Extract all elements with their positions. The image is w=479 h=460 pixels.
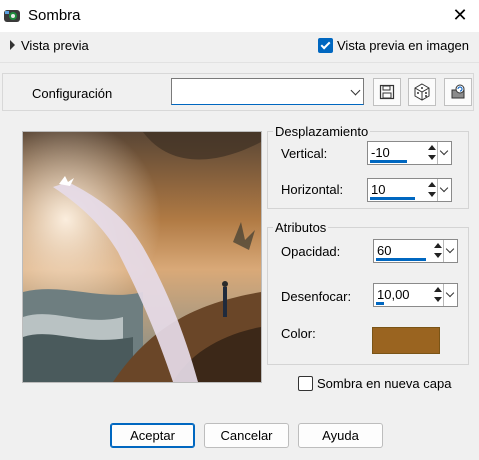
show-preview-in-image-label: Vista previa en imagen	[337, 38, 470, 53]
chevron-down-icon[interactable]	[437, 179, 451, 201]
shadow-new-layer-checkbox[interactable]: Sombra en nueva capa	[298, 376, 451, 391]
checkbox-checked-icon	[318, 38, 333, 53]
save-preset-button[interactable]	[373, 78, 401, 106]
vertical-spinbox[interactable]: -10	[367, 141, 452, 165]
opacity-spinbox[interactable]: 60	[373, 239, 458, 263]
horizontal-label: Horizontal:	[281, 182, 344, 197]
app-icon	[4, 8, 20, 24]
divider	[0, 62, 479, 63]
close-icon[interactable]: ✕	[450, 4, 470, 26]
color-label: Color:	[281, 326, 316, 341]
shadow-new-layer-label: Sombra en nueva capa	[317, 376, 452, 391]
config-combo[interactable]	[171, 78, 364, 105]
image-preview	[22, 131, 262, 383]
random-parameters-button[interactable]	[408, 78, 436, 106]
window-title: Sombra	[28, 7, 81, 24]
horizontal-value: 10	[371, 182, 386, 197]
reset-icon	[451, 84, 465, 99]
preview-toggle-label: Vista previa	[21, 37, 89, 53]
config-label: Configuración	[32, 86, 113, 101]
shadow-color-swatch[interactable]	[372, 327, 440, 354]
ok-button[interactable]: Aceptar	[110, 423, 195, 448]
blur-slider-bar[interactable]	[376, 302, 384, 305]
horizontal-slider-bar[interactable]	[370, 197, 415, 200]
preview-toggle[interactable]: Vista previa	[4, 34, 94, 56]
save-icon	[379, 84, 395, 100]
chevron-right-icon	[10, 40, 15, 50]
chevron-down-icon[interactable]	[443, 240, 457, 262]
vertical-label: Vertical:	[281, 146, 328, 161]
chevron-down-icon[interactable]	[443, 284, 457, 306]
random-dice-icon	[414, 83, 430, 101]
checkbox-unchecked-icon	[298, 376, 313, 391]
spin-arrows-icon[interactable]	[428, 143, 437, 163]
opacity-label: Opacidad:	[281, 244, 341, 259]
vertical-value: -10	[371, 145, 390, 160]
chevron-down-icon	[350, 85, 361, 96]
blur-value: 10,00	[377, 287, 410, 302]
blur-label: Desenfocar:	[281, 289, 352, 304]
spin-arrows-icon[interactable]	[428, 180, 437, 200]
vertical-slider-bar[interactable]	[370, 160, 407, 163]
spin-arrows-icon[interactable]	[434, 241, 443, 261]
help-button[interactable]: Ayuda	[298, 423, 383, 448]
reset-preset-button[interactable]	[444, 78, 472, 106]
blur-spinbox[interactable]: 10,00	[373, 283, 458, 307]
spin-arrows-icon[interactable]	[434, 285, 443, 305]
attributes-group-title: Atributos	[273, 220, 329, 235]
horizontal-spinbox[interactable]: 10	[367, 178, 452, 202]
cancel-button[interactable]: Cancelar	[204, 423, 289, 448]
chevron-down-icon[interactable]	[437, 142, 451, 164]
opacity-value: 60	[377, 243, 392, 258]
offset-group-title: Desplazamiento	[273, 124, 371, 139]
show-preview-in-image-checkbox[interactable]: Vista previa en imagen	[318, 38, 469, 53]
opacity-slider-bar[interactable]	[376, 258, 426, 261]
